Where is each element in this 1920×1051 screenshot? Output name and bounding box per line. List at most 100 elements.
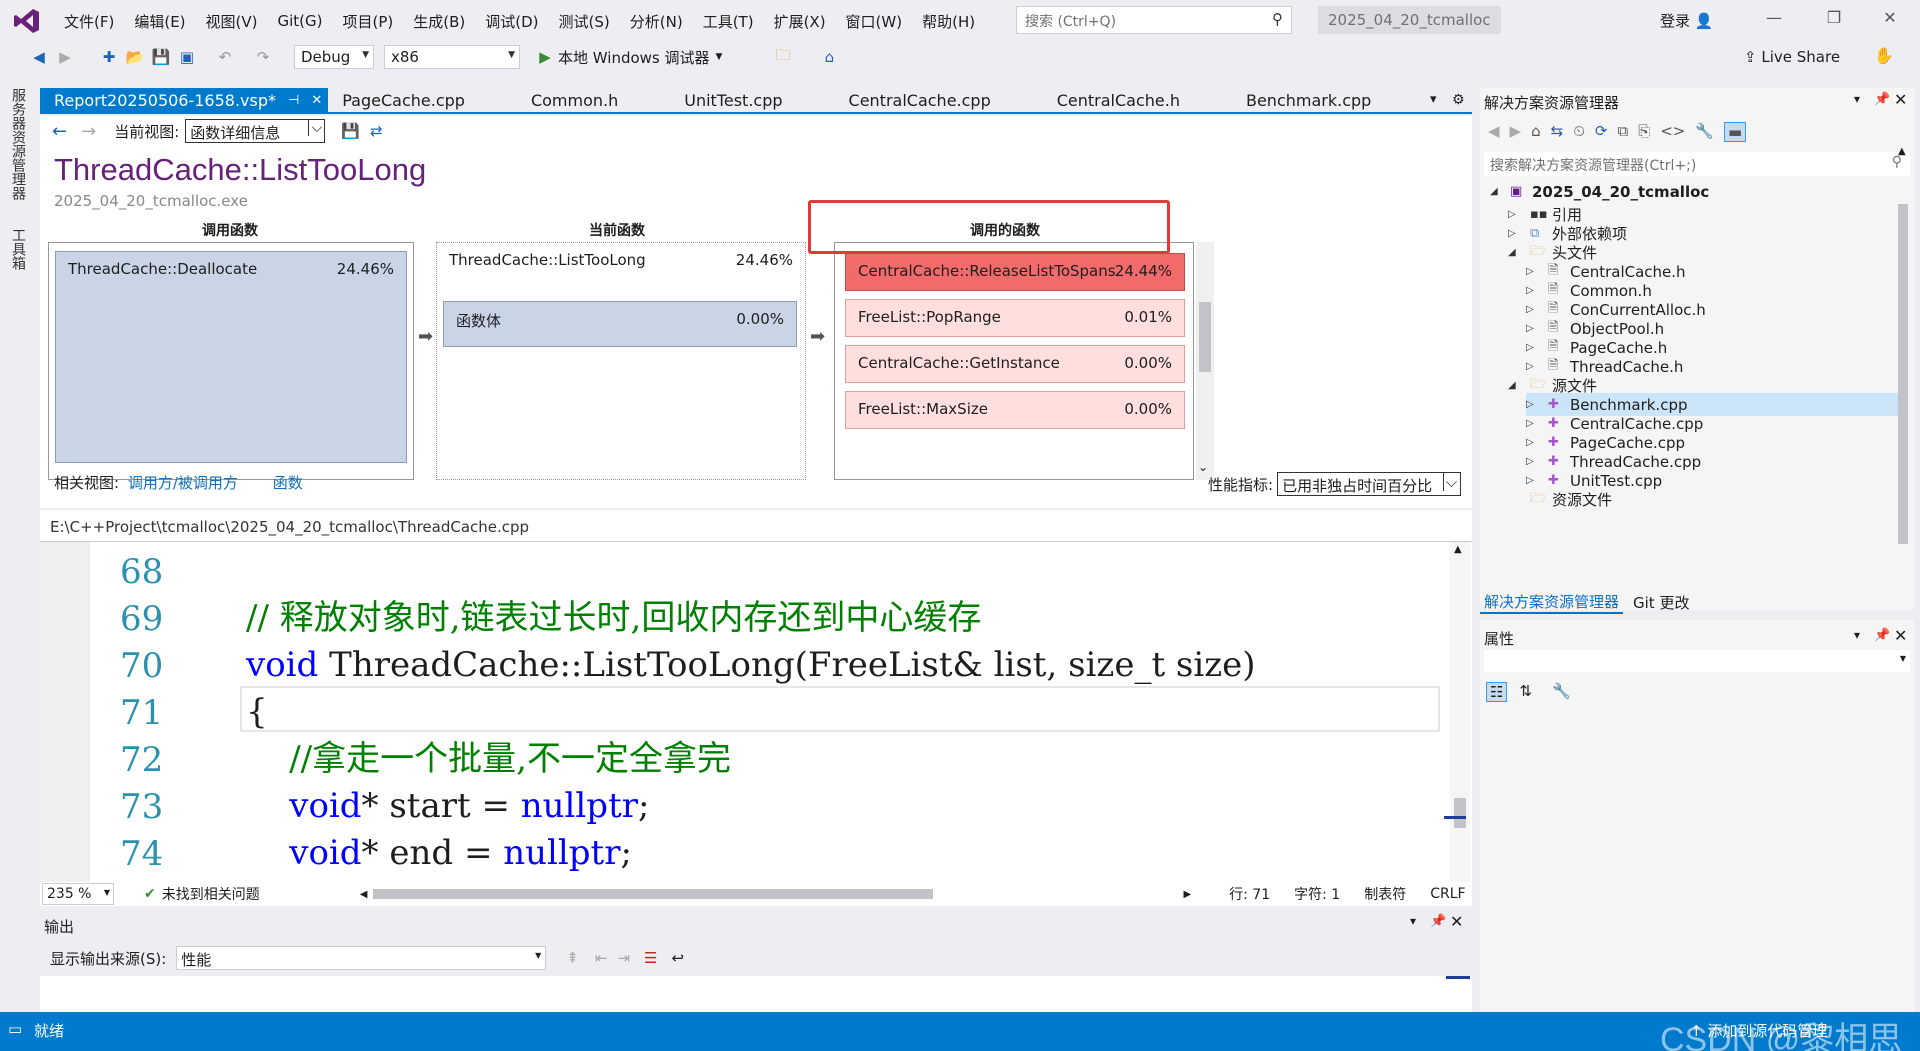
save-report-icon[interactable]: 💾 bbox=[341, 122, 360, 140]
expanded-icon[interactable]: ◢ bbox=[1508, 380, 1522, 391]
back-icon[interactable]: ◀ bbox=[1488, 122, 1500, 142]
callee-node[interactable]: FreeList::MaxSize 0.00% bbox=[845, 391, 1185, 429]
alphabetical-icon[interactable]: ⇅ bbox=[1519, 682, 1532, 702]
forward-icon[interactable]: → bbox=[81, 121, 96, 142]
redo-icon[interactable]: ↷ bbox=[252, 46, 274, 68]
code-line[interactable]: void ThreadCache::ListTooLong(FreeList& … bbox=[246, 642, 1256, 689]
collapsed-icon[interactable]: ▷ bbox=[1526, 361, 1540, 372]
functions-link[interactable]: 函数 bbox=[273, 474, 303, 492]
save-all-icon[interactable]: ▣ bbox=[176, 46, 198, 68]
categorized-icon[interactable]: ☷ bbox=[1486, 682, 1508, 702]
code-editor[interactable]: E:\C++Project\tcmalloc\2025_04_20_tcmall… bbox=[40, 510, 1472, 906]
collapsed-icon[interactable]: ▷ bbox=[1526, 456, 1540, 467]
platform-select[interactable]: x86 ▼ bbox=[384, 45, 520, 69]
code-line[interactable]: // 释放对象时,链表过长时,回收内存还到中心缓存 bbox=[246, 595, 981, 642]
pin-icon[interactable]: 📌 bbox=[1874, 628, 1890, 643]
collapsed-icon[interactable]: ▷ bbox=[1526, 323, 1540, 334]
collapsed-icon[interactable]: ▷ bbox=[1526, 304, 1540, 315]
menu-item[interactable]: 分析(N) bbox=[620, 0, 693, 42]
scroll-left-icon[interactable]: ◀ bbox=[360, 889, 368, 900]
prev-message-icon[interactable]: ⇤ bbox=[595, 949, 608, 967]
collapsed-icon[interactable]: ▷ bbox=[1526, 437, 1540, 448]
menu-item[interactable]: 扩展(X) bbox=[764, 0, 836, 42]
menu-item[interactable]: 生成(B) bbox=[403, 0, 475, 42]
expanded-icon[interactable]: ◢ bbox=[1508, 247, 1522, 258]
properties-object-select[interactable]: ▼ bbox=[1484, 650, 1910, 672]
search-input[interactable]: 搜索 (Ctrl+Q) ⚲ bbox=[1016, 6, 1292, 34]
new-project-icon[interactable]: ✚ bbox=[98, 46, 120, 68]
pending-changes-icon[interactable]: ⏲ bbox=[1573, 122, 1585, 142]
preview-icon[interactable]: ▬ bbox=[1724, 122, 1747, 142]
document-tab[interactable]: CentralCache.h bbox=[1043, 88, 1194, 112]
caller-node[interactable]: ThreadCache::Deallocate 24.46% bbox=[55, 251, 407, 463]
output-text-area[interactable] bbox=[40, 976, 1472, 1012]
callee-node[interactable]: CentralCache::ReleaseListToSpans 24.44% bbox=[845, 253, 1185, 291]
pin-icon[interactable]: 📌 bbox=[1430, 914, 1446, 929]
menu-item[interactable]: 调试(D) bbox=[475, 0, 548, 42]
horizontal-scrollbar-thumb[interactable] bbox=[373, 889, 934, 899]
close-window-icon[interactable]: ✕ bbox=[1870, 8, 1910, 27]
callees-scrollbar[interactable]: ⌄ bbox=[1196, 242, 1214, 480]
editor-vertical-scrollbar[interactable]: ▲ bbox=[1444, 542, 1470, 882]
document-tab[interactable]: Report20250506-1658.vsp* ⊣ ✕ bbox=[40, 88, 329, 112]
live-share-button[interactable]: ⇪ Live Share bbox=[1744, 48, 1840, 66]
server-explorer-tab[interactable]: 服务器资源管理器 bbox=[8, 88, 28, 200]
back-icon[interactable]: ← bbox=[52, 121, 67, 142]
show-all-files-icon[interactable]: ⎘ bbox=[1638, 122, 1650, 142]
sync-icon[interactable]: ⟳ bbox=[1595, 122, 1608, 142]
document-tab[interactable]: CentralCache.cpp bbox=[835, 88, 1005, 112]
scroll-down-icon[interactable]: ⌄ bbox=[1198, 460, 1208, 474]
output-source-select[interactable]: 性能 ▼ bbox=[176, 946, 547, 970]
close-icon[interactable]: ✕ bbox=[1894, 626, 1907, 645]
tab-git-changes[interactable]: Git 更改 bbox=[1633, 592, 1689, 613]
collapsed-icon[interactable]: ▷ bbox=[1508, 228, 1522, 239]
collapse-all-icon[interactable]: ⧉ bbox=[1617, 122, 1628, 142]
document-tab[interactable]: UnitTest.cpp bbox=[670, 88, 796, 112]
code-line[interactable]: void* end = nullptr; bbox=[246, 830, 632, 877]
properties-wrench-icon[interactable]: 🔧 bbox=[1695, 122, 1714, 142]
document-tab[interactable]: Common.h bbox=[517, 88, 632, 112]
tree-item[interactable]: 🗁 资源文件 bbox=[1508, 488, 1612, 511]
view-code-icon[interactable]: <> bbox=[1660, 122, 1685, 142]
pin-tab-icon[interactable]: ⊣ bbox=[288, 93, 299, 108]
find-message-icon[interactable]: ⇞ bbox=[566, 949, 579, 967]
gear-icon[interactable]: ⚙ bbox=[1452, 92, 1465, 108]
scroll-right-icon[interactable]: ▶ bbox=[1183, 889, 1191, 900]
start-debug-button[interactable]: 本地 Windows 调试器 bbox=[558, 47, 710, 68]
back-icon[interactable]: ◀ bbox=[28, 46, 50, 68]
line-ending-status[interactable]: CRLF bbox=[1430, 886, 1465, 902]
solution-root[interactable]: ◢ ▣ 2025_04_20_tcmalloc bbox=[1490, 180, 1709, 203]
menu-item[interactable]: 测试(S) bbox=[549, 0, 620, 42]
save-icon[interactable]: 💾 bbox=[150, 46, 172, 68]
close-icon[interactable]: ✕ bbox=[1894, 90, 1907, 109]
add-to-source-control[interactable]: ↑ 添加到源代码管理 bbox=[1690, 1020, 1827, 1041]
login-button[interactable]: 登录 👤 bbox=[1660, 10, 1713, 31]
undo-icon[interactable]: ↶ bbox=[214, 46, 236, 68]
current-function-node[interactable]: ThreadCache::ListTooLong 24.46% bbox=[437, 243, 805, 293]
window-layout-icon[interactable]: ⌂ bbox=[818, 46, 840, 68]
property-pages-icon[interactable]: 🔧 bbox=[1552, 682, 1571, 702]
panel-menu-icon[interactable]: ▾ bbox=[1854, 92, 1860, 106]
collapsed-icon[interactable]: ▷ bbox=[1526, 342, 1540, 353]
toolbox-tab[interactable]: 工具箱 bbox=[8, 228, 28, 270]
home-icon[interactable]: ⌂ bbox=[1531, 122, 1541, 142]
feedback-icon[interactable]: ✋ bbox=[1874, 46, 1894, 65]
chevron-down-icon[interactable]: ▼ bbox=[716, 52, 723, 62]
code-line[interactable]: //拿走一个批量,不一定全拿完 bbox=[246, 736, 731, 783]
zoom-select[interactable]: 235 % ▼ bbox=[42, 883, 114, 905]
menu-item[interactable]: 帮助(H) bbox=[912, 0, 985, 42]
solution-scrollbar[interactable]: ▲ bbox=[1894, 146, 1912, 546]
open-folder-icon[interactable]: 📂 bbox=[124, 46, 146, 68]
export-icon[interactable]: ⇄ bbox=[370, 122, 383, 140]
scroll-up-icon[interactable]: ▲ bbox=[1454, 544, 1462, 555]
menu-item[interactable]: Git(G) bbox=[268, 0, 333, 42]
scroll-up-icon[interactable]: ▲ bbox=[1898, 146, 1906, 157]
forward-icon[interactable]: ▶ bbox=[54, 46, 76, 68]
menu-item[interactable]: 项目(P) bbox=[333, 0, 404, 42]
issues-status[interactable]: 未找到相关问题 bbox=[162, 884, 260, 904]
code-line[interactable]: void* start = nullptr; bbox=[246, 783, 649, 830]
start-debug-icon[interactable]: ▶ bbox=[534, 46, 556, 68]
collapsed-icon[interactable]: ▷ bbox=[1526, 399, 1540, 410]
word-wrap-icon[interactable]: ↩ bbox=[671, 949, 684, 967]
indent-status[interactable]: 制表符 bbox=[1364, 884, 1406, 904]
